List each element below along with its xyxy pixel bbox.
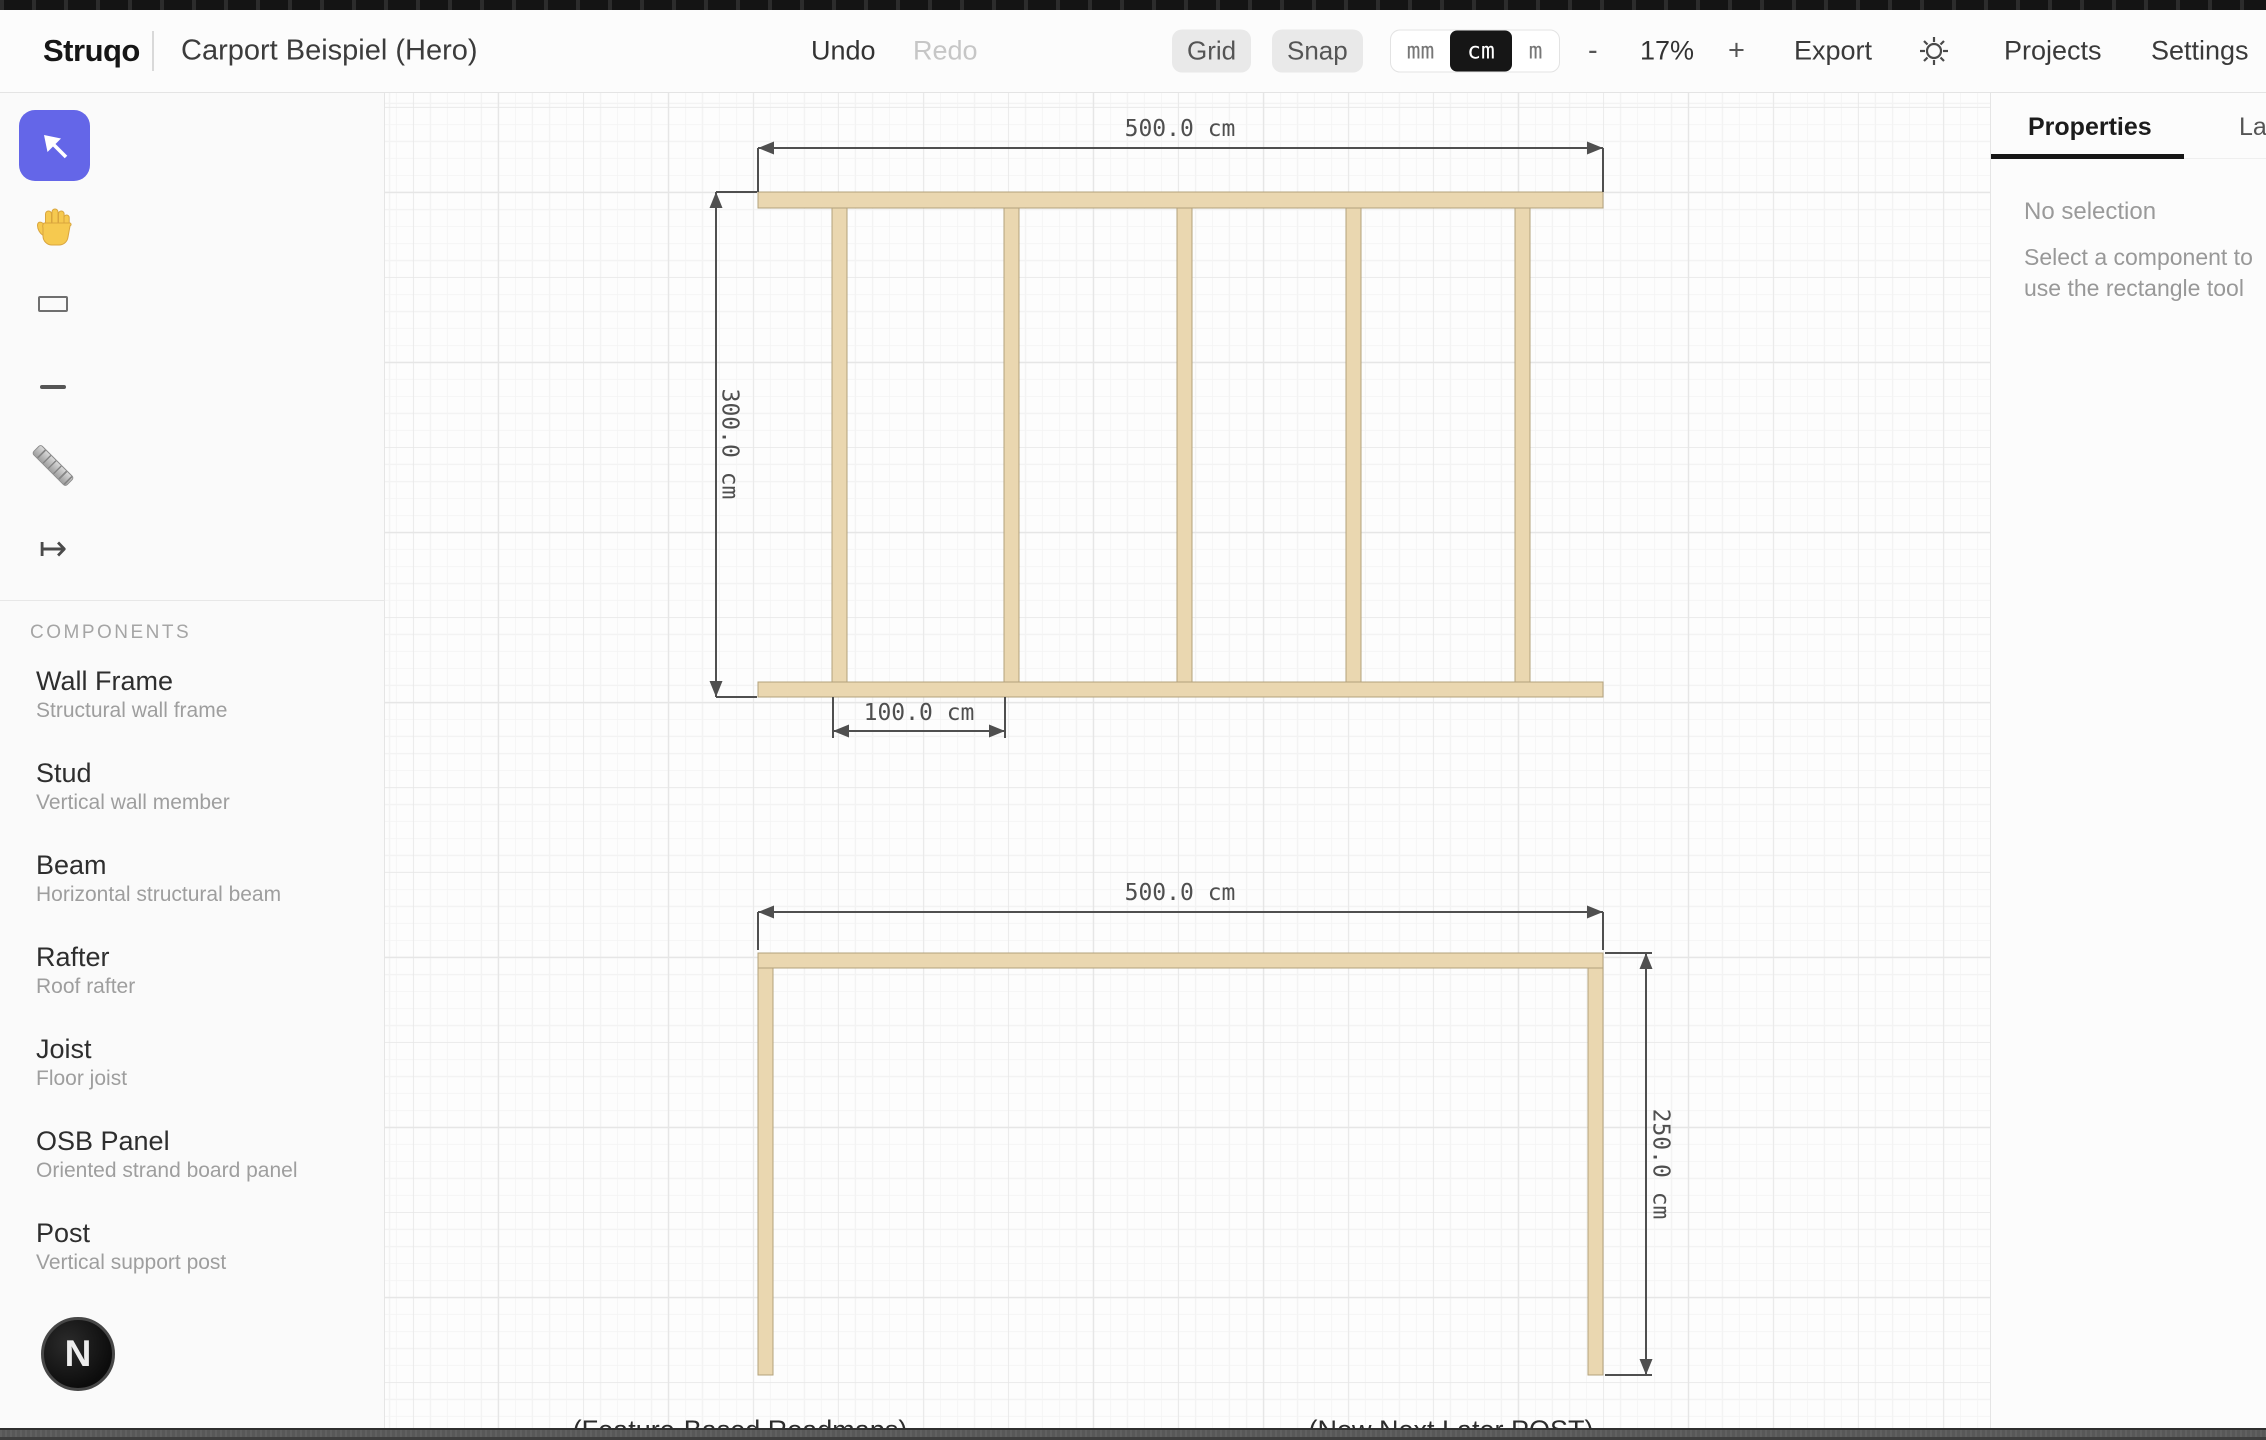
component-description: Structural wall frame — [36, 698, 372, 724]
sidebar-divider — [0, 600, 385, 601]
zoom-in-button[interactable]: + — [1728, 35, 1745, 68]
properties-panel: Properties La No selection Select a comp… — [1990, 93, 2266, 1440]
component-item-post[interactable]: Post Vertical support post — [36, 1216, 372, 1308]
unit-selector: mm cm m — [1390, 30, 1560, 73]
dimension-height — [1605, 953, 1652, 1375]
wall-frame-drawing: 500.0 cm 300.0 cm 100.0 cm — [710, 116, 1604, 738]
unit-cm-option-active[interactable]: cm — [1450, 31, 1512, 72]
component-item-stud[interactable]: Stud Vertical wall member — [36, 756, 372, 848]
component-item-rafter[interactable]: Rafter Roof rafter — [36, 940, 372, 1032]
unit-m-option[interactable]: m — [1512, 31, 1559, 72]
left-sidebar: ↦ COMPONENTS Wall Frame Structural wall … — [0, 93, 385, 1440]
component-description: Vertical support post — [36, 1250, 372, 1276]
component-library-list: Wall Frame Structural wall frame Stud Ve… — [36, 664, 372, 1308]
component-description: Horizontal structural beam — [36, 882, 372, 908]
component-item-wall-frame[interactable]: Wall Frame Structural wall frame — [36, 664, 372, 756]
wall-frame-bottom-plate[interactable] — [758, 682, 1603, 697]
settings-button[interactable]: Settings — [2151, 36, 2249, 67]
component-name: Joist — [36, 1032, 372, 1066]
arrowhead — [1640, 1359, 1653, 1375]
arrowhead — [710, 681, 723, 697]
dimension-width — [758, 912, 1603, 950]
components-section-header: COMPONENTS — [30, 622, 191, 644]
line-tool-button[interactable] — [40, 385, 66, 389]
cursor-arrow-icon — [33, 124, 77, 168]
grid-toggle-button[interactable]: Grid — [1172, 30, 1251, 73]
component-name: OSB Panel — [36, 1124, 372, 1158]
top-toolbar: Struqo Carport Beispiel (Hero) Undo Redo… — [0, 10, 2266, 93]
post-beam-height-label: 250.0 cm — [1648, 1109, 1674, 1220]
wall-frame-top-plate[interactable] — [758, 192, 1603, 208]
post-beam-drawing: 500.0 cm 250.0 cm — [758, 880, 1674, 1375]
projects-button[interactable]: Projects — [2004, 36, 2102, 67]
ruler-tool-button[interactable] — [31, 444, 74, 487]
export-button[interactable]: Export — [1794, 36, 1872, 67]
selection-hint-line2: use the rectangle tool — [2024, 275, 2244, 302]
panel-tab-bar: Properties La — [1991, 93, 2266, 159]
post-left[interactable] — [758, 968, 773, 1375]
arrowhead — [1587, 906, 1603, 919]
arrowhead — [833, 725, 849, 738]
component-description: Vertical wall member — [36, 790, 372, 816]
component-name: Beam — [36, 848, 372, 882]
component-name: Stud — [36, 756, 372, 790]
theme-sun-icon[interactable] — [1918, 35, 1950, 67]
wall-frame-width-label: 500.0 cm — [1125, 116, 1236, 142]
component-item-osb-panel[interactable]: OSB Panel Oriented strand board panel — [36, 1124, 372, 1216]
zoom-level-indicator: 17% — [1640, 36, 1694, 67]
canvas-drawings: 500.0 cm 300.0 cm 100.0 cm — [385, 93, 1990, 1440]
selection-hint-line1: Select a component to — [2024, 244, 2253, 271]
arrowhead — [758, 142, 774, 155]
app-window: Struqo Carport Beispiel (Hero) Undo Redo… — [0, 0, 2266, 1440]
unit-mm-option[interactable]: mm — [1391, 31, 1450, 72]
component-item-beam[interactable]: Beam Horizontal structural beam — [36, 848, 372, 940]
arrowhead — [1587, 142, 1603, 155]
component-description: Oriented strand board panel — [36, 1158, 372, 1184]
select-tool-button-active[interactable] — [19, 110, 90, 181]
redo-button[interactable]: Redo — [913, 36, 978, 67]
wall-frame-stud[interactable] — [832, 208, 847, 682]
rectangle-tool-button[interactable] — [38, 296, 68, 312]
stud-spacing-label: 100.0 cm — [864, 700, 975, 726]
undo-button[interactable]: Undo — [811, 36, 876, 67]
component-item-joist[interactable]: Joist Floor joist — [36, 1032, 372, 1124]
arrowhead — [989, 725, 1005, 738]
document-title: Carport Beispiel (Hero) — [181, 35, 478, 68]
window-top-edge — [0, 0, 2266, 10]
wall-frame-stud[interactable] — [1515, 208, 1530, 682]
post-right[interactable] — [1588, 968, 1603, 1375]
snap-toggle-button[interactable]: Snap — [1272, 30, 1363, 73]
active-tab-underline — [1991, 154, 2184, 159]
measure-tool-button[interactable]: ↦ — [31, 529, 75, 569]
arrowhead — [758, 906, 774, 919]
wall-frame-height-label: 300.0 cm — [717, 389, 743, 500]
component-name: Post — [36, 1216, 372, 1250]
component-name: Wall Frame — [36, 664, 372, 698]
zoom-out-button[interactable]: - — [1588, 35, 1598, 68]
pan-hand-tool-button[interactable] — [31, 205, 75, 249]
app-logo: Struqo — [43, 33, 140, 69]
wall-frame-stud[interactable] — [1346, 208, 1361, 682]
window-bottom-edge — [0, 1428, 2266, 1440]
hand-icon — [31, 205, 75, 249]
arrowhead — [710, 192, 723, 208]
component-description: Roof rafter — [36, 974, 372, 1000]
no-selection-status: No selection — [2024, 198, 2156, 226]
wall-frame-stud[interactable] — [1004, 208, 1019, 682]
wall-frame-stud[interactable] — [1177, 208, 1192, 682]
tab-properties[interactable]: Properties — [2028, 113, 2152, 142]
tab-layers[interactable]: La — [2239, 113, 2266, 142]
component-description: Floor joist — [36, 1066, 372, 1092]
drawing-canvas[interactable]: 500.0 cm 300.0 cm 100.0 cm — [385, 93, 1990, 1440]
post-beam-width-label: 500.0 cm — [1125, 880, 1236, 906]
component-name: Rafter — [36, 940, 372, 974]
user-avatar[interactable]: N — [41, 1317, 115, 1391]
dimension-width — [758, 148, 1603, 192]
arrowhead — [1640, 953, 1653, 969]
toolbar-divider — [152, 31, 154, 71]
beam[interactable] — [758, 953, 1603, 968]
